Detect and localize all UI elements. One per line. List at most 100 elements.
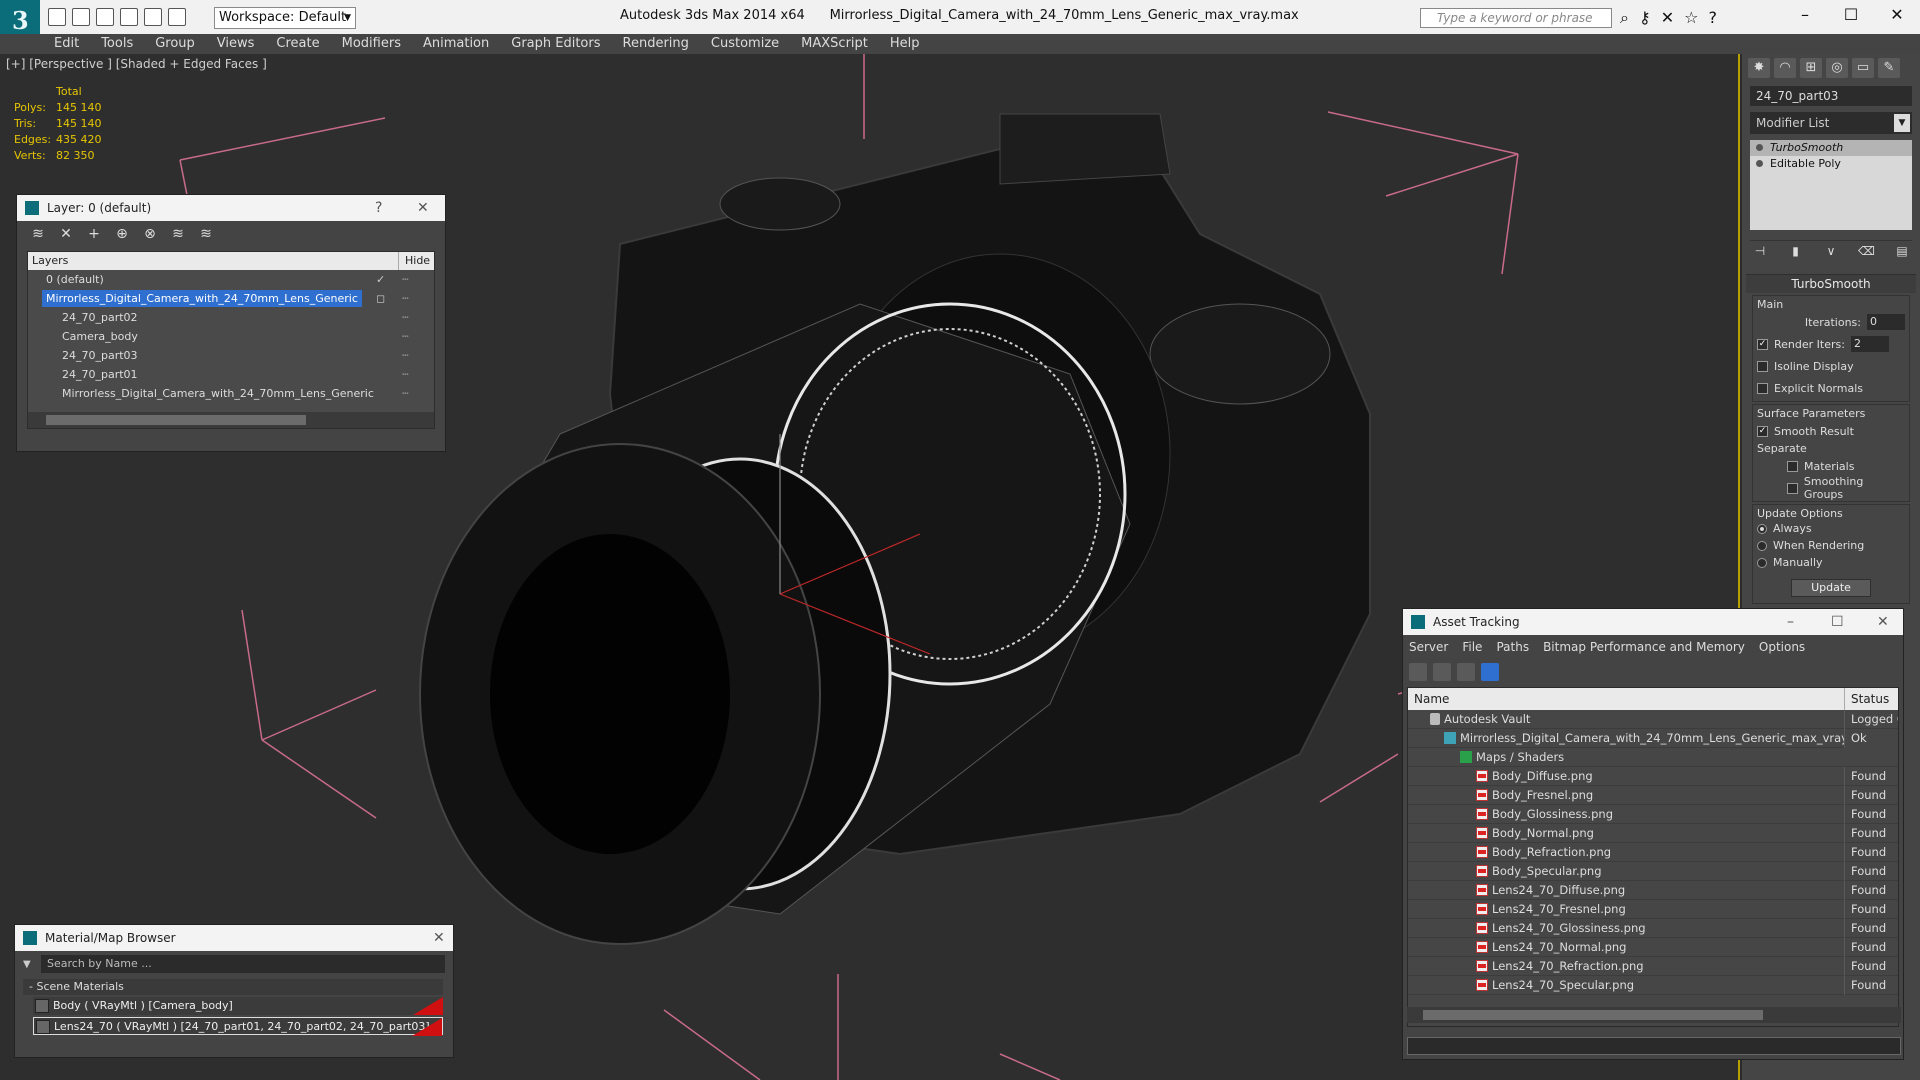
modifier-list-dropdown[interactable]: Modifier List ▼ (1750, 112, 1912, 134)
create-tab-icon[interactable]: ✸ (1748, 58, 1770, 78)
update-button[interactable]: Update (1791, 579, 1871, 597)
asset-row[interactable]: Lens24_70_Fresnel.png Found (1408, 900, 1898, 919)
smoothing-groups-checkbox[interactable] (1787, 482, 1798, 494)
menu-bitmap-performance[interactable]: Bitmap Performance and Memory (1543, 635, 1745, 659)
render-iters-spinner[interactable]: 2 (1850, 336, 1889, 352)
asset-row[interactable]: Lens24_70_Specular.png Found (1408, 976, 1898, 995)
select-layer-icon[interactable]: ⊗ (141, 225, 159, 243)
viewport-label[interactable]: [+] [Perspective ] [Shaded + Edged Faces… (6, 57, 267, 71)
asset-tracking-titlebar[interactable]: Asset Tracking – ☐ ✕ (1403, 609, 1903, 635)
materials-checkbox[interactable] (1787, 460, 1798, 472)
asset-row[interactable]: Lens24_70_Glossiness.png Found (1408, 919, 1898, 938)
layer-window-titlebar[interactable]: Layer: 0 (default) ? ✕ (17, 195, 445, 221)
asset-path-field[interactable] (1407, 1037, 1901, 1055)
col-status[interactable]: Status (1844, 688, 1898, 710)
asset-row[interactable]: Mirrorless_Digital_Camera_with_24_70mm_L… (1408, 729, 1898, 748)
menu-group[interactable]: Group (155, 34, 195, 54)
menu-paths[interactable]: Paths (1496, 635, 1529, 659)
add-to-layer-icon[interactable]: + (85, 225, 103, 243)
asset-row[interactable]: Lens24_70_Refraction.png Found (1408, 957, 1898, 976)
motion-tab-icon[interactable]: ◎ (1826, 58, 1848, 78)
asset-row[interactable]: Body_Glossiness.png Found (1408, 805, 1898, 824)
layer-row[interactable]: 24_70_part03 ┄ (28, 346, 434, 365)
satellite-icon[interactable]: ✕ (1661, 8, 1674, 28)
always-radio[interactable] (1757, 523, 1767, 534)
refresh-icon[interactable] (1409, 663, 1427, 681)
asset-row[interactable]: Body_Diffuse.png Found (1408, 767, 1898, 786)
help-icon[interactable]: ? (375, 195, 382, 221)
configure-sets-icon[interactable]: ▤ (1892, 243, 1912, 259)
layer-row[interactable]: Camera_body ┄ (28, 327, 434, 346)
stack-item-turbosmooth[interactable]: TurboSmooth (1750, 140, 1912, 156)
hierarchy-tab-icon[interactable]: ⊞ (1800, 58, 1822, 78)
menu-customize[interactable]: Customize (711, 34, 779, 54)
hide-toggle[interactable]: ┄ (402, 308, 409, 327)
menu-maxscript[interactable]: MAXScript (801, 34, 868, 54)
delete-layer-icon[interactable]: ✕ (57, 225, 75, 243)
render-iters-checkbox[interactable]: ✓ (1757, 338, 1768, 350)
asset-row[interactable]: Body_Fresnel.png Found (1408, 786, 1898, 805)
manually-radio[interactable] (1757, 557, 1767, 568)
create-layer-icon[interactable]: ≋ (29, 225, 47, 243)
workspace-dropdown[interactable]: Workspace: Default ▼ (214, 7, 356, 29)
search-input[interactable]: Type a keyword or phrase (1420, 8, 1612, 28)
hide-toggle[interactable]: ┄ (402, 327, 409, 346)
col-hide[interactable]: Hide (398, 252, 430, 270)
hold-icon[interactable] (168, 8, 186, 26)
save-file-icon[interactable] (96, 8, 114, 26)
hide-toggle[interactable]: ┄ (402, 384, 409, 403)
star-icon[interactable]: ☆ (1684, 8, 1698, 28)
asset-horizontal-scrollbar[interactable] (1407, 1007, 1901, 1023)
bulb-icon[interactable] (1756, 144, 1763, 151)
list-view-icon[interactable] (1433, 663, 1451, 681)
pin-stack-icon[interactable]: ⊣ (1750, 243, 1770, 259)
asset-row[interactable]: Body_Refraction.png Found (1408, 843, 1898, 862)
menu-options[interactable]: Options (1759, 635, 1805, 659)
help-icon[interactable]: ? (1708, 8, 1717, 28)
binoculars-icon[interactable]: ⌕ (1620, 8, 1629, 28)
show-end-result-icon[interactable]: ▮ (1786, 243, 1806, 259)
material-item[interactable]: Lens24_70 ( VRayMtl ) [24_70_part01, 24_… (33, 1017, 443, 1036)
close-icon[interactable]: ✕ (1874, 0, 1920, 30)
when-rendering-radio[interactable] (1757, 540, 1767, 551)
minimize-icon[interactable]: – (1787, 609, 1794, 635)
asset-row[interactable]: Body_Specular.png Found (1408, 862, 1898, 881)
menu-rendering[interactable]: Rendering (623, 34, 689, 54)
asset-row[interactable]: Lens24_70_Diffuse.png Found (1408, 881, 1898, 900)
remove-modifier-icon[interactable]: ⌫ (1857, 243, 1877, 259)
freeze-all-layers-icon[interactable]: ≋ (197, 225, 215, 243)
undo-icon[interactable] (120, 8, 138, 26)
menu-graph-editors[interactable]: Graph Editors (511, 34, 600, 54)
key-icon[interactable]: ⚷ (1639, 8, 1651, 28)
expand-icon[interactable] (1756, 160, 1763, 167)
hide-toggle[interactable]: ┄ (402, 289, 409, 308)
minimize-icon[interactable]: – (1782, 0, 1828, 30)
explicit-normals-checkbox[interactable] (1757, 382, 1768, 394)
scrollbar-thumb[interactable] (46, 415, 306, 425)
menu-file[interactable]: File (1462, 635, 1482, 659)
stack-item-editable-poly[interactable]: Editable Poly (1750, 156, 1912, 172)
hide-toggle[interactable]: ┄ (402, 346, 409, 365)
rollout-title[interactable]: TurboSmooth (1746, 275, 1916, 293)
new-file-icon[interactable] (48, 8, 66, 26)
close-icon[interactable]: ✕ (1877, 609, 1889, 635)
utilities-tab-icon[interactable]: ✎ (1878, 58, 1900, 78)
menu-animation[interactable]: Animation (423, 34, 489, 54)
menu-tools[interactable]: Tools (101, 34, 133, 54)
iterations-spinner[interactable]: 0 (1867, 314, 1905, 330)
material-browser-titlebar[interactable]: Material/Map Browser ✕ (15, 925, 453, 951)
material-item[interactable]: Body ( VRayMtl ) [Camera_body] (33, 997, 443, 1015)
chevron-down-icon[interactable]: ▼ (23, 959, 41, 970)
scene-materials-group[interactable]: - Scene Materials (23, 979, 443, 995)
menu-server[interactable]: Server (1409, 635, 1448, 659)
hide-all-layers-icon[interactable]: ≋ (169, 225, 187, 243)
scrollbar-thumb[interactable] (1423, 1010, 1763, 1020)
layer-row[interactable]: Mirrorless_Digital_Camera_with_24_70mm_L… (28, 289, 434, 308)
layer-row[interactable]: 0 (default) ✓ ┄ (28, 270, 434, 289)
close-icon[interactable]: ✕ (417, 195, 429, 221)
layer-row[interactable]: Mirrorless_Digital_Camera_with_24_70mm_L… (28, 384, 434, 403)
modify-tab-icon[interactable]: ◠ (1774, 58, 1796, 78)
open-file-icon[interactable] (72, 8, 90, 26)
menu-create[interactable]: Create (276, 34, 319, 54)
table-view-icon[interactable] (1481, 663, 1499, 681)
